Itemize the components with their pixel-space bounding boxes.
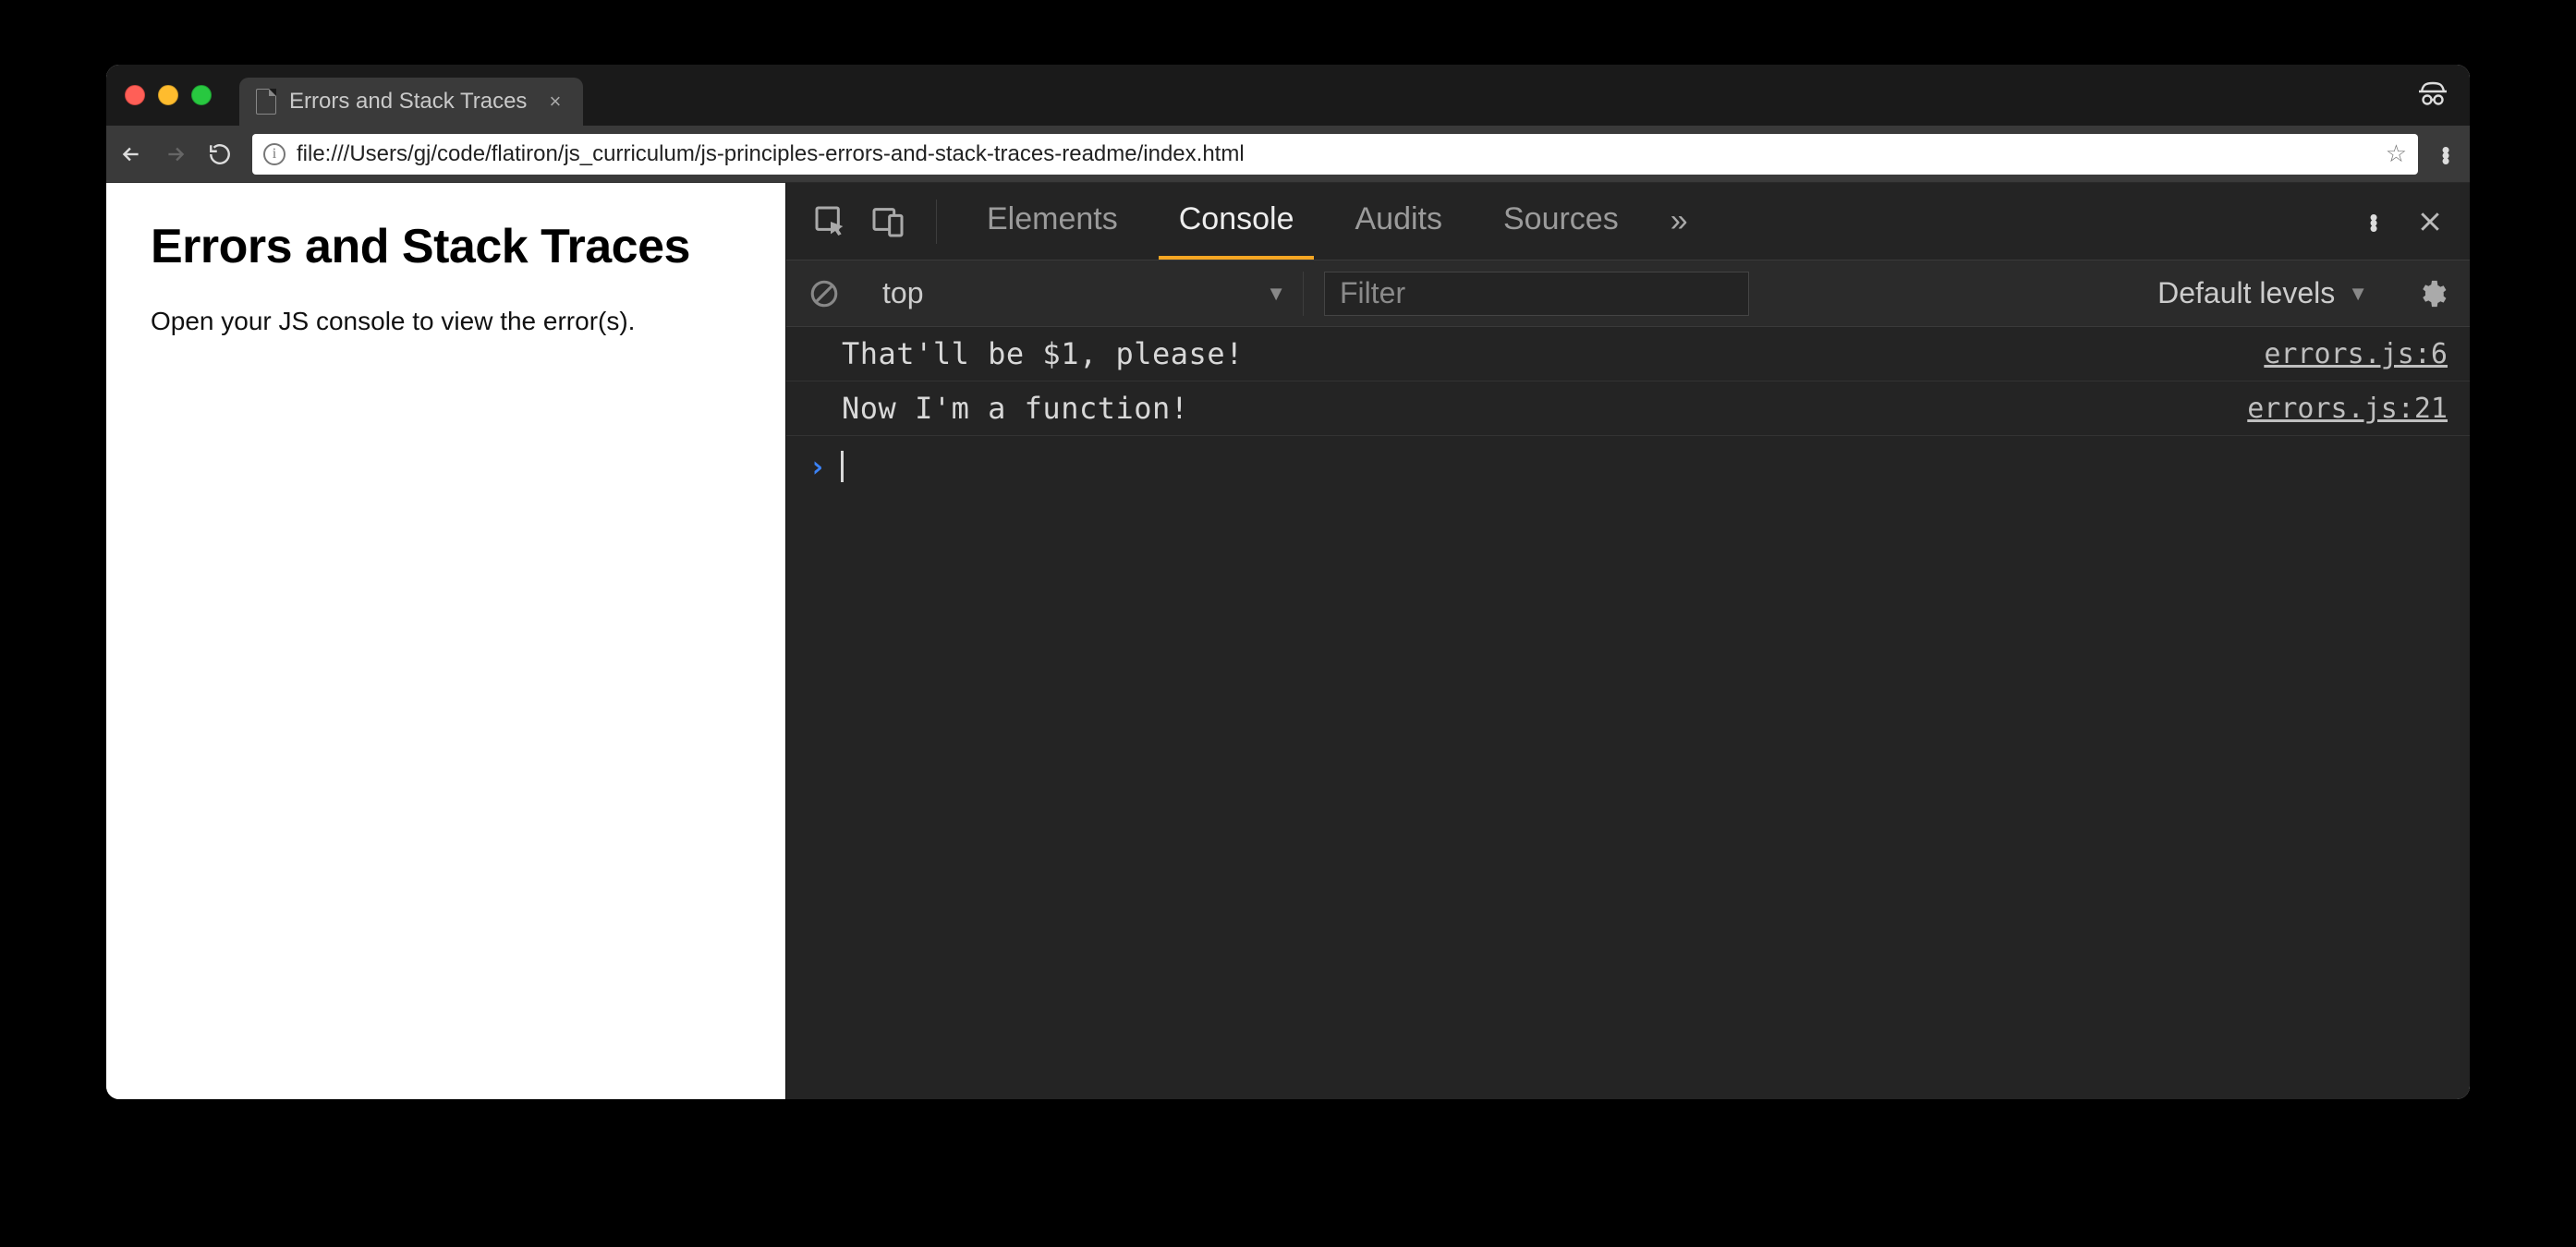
bookmark-star-icon[interactable]: ☆: [2386, 139, 2407, 168]
window-minimize-button[interactable]: [158, 85, 178, 105]
clear-console-icon[interactable]: [808, 278, 840, 309]
page-paragraph: Open your JS console to view the error(s…: [151, 307, 741, 336]
tab-close-button[interactable]: ×: [549, 90, 561, 114]
window-controls: [125, 85, 212, 105]
log-message: That'll be $1, please!: [842, 336, 1244, 371]
window-close-button[interactable]: [125, 85, 145, 105]
url-text: file:///Users/gj/code/flatiron/js_curric…: [297, 141, 2375, 167]
separator: [936, 200, 937, 244]
file-icon: [256, 89, 276, 115]
devtools-tabs-overflow-button[interactable]: »: [1659, 203, 1699, 239]
browser-tab[interactable]: Errors and Stack Traces ×: [239, 78, 583, 126]
log-levels-selector[interactable]: Default levels ▼: [2157, 276, 2368, 310]
devtools-close-button[interactable]: [2416, 208, 2444, 236]
log-source-link[interactable]: errors.js:21: [2247, 393, 2448, 425]
devtools-tab-console[interactable]: Console: [1159, 183, 1315, 260]
log-levels-label: Default levels: [2157, 276, 2335, 310]
nav-back-button[interactable]: [119, 142, 147, 166]
devtools-tab-elements[interactable]: Elements: [966, 183, 1138, 260]
console-log-row: That'll be $1, please! errors.js:6: [786, 327, 2470, 381]
inspect-element-icon[interactable]: [812, 203, 849, 240]
omnibox[interactable]: i file:///Users/gj/code/flatiron/js_curr…: [252, 134, 2418, 175]
console-settings-icon[interactable]: [2416, 278, 2448, 309]
console-filter-input[interactable]: Filter: [1324, 272, 1749, 316]
console-prompt[interactable]: ›: [786, 436, 2470, 497]
tab-title: Errors and Stack Traces: [289, 89, 527, 115]
device-toolbar-icon[interactable]: [869, 203, 906, 240]
browser-menu-button[interactable]: •••: [2435, 146, 2457, 163]
browser-window: Errors and Stack Traces ×: [106, 65, 2470, 1099]
tab-bar: Errors and Stack Traces ×: [106, 65, 2470, 126]
devtools-tab-bar: Elements Console Audits Sources » •••: [786, 183, 2470, 260]
console-toolbar: top ▼ Filter Default levels ▼: [786, 260, 2470, 327]
window-zoom-button[interactable]: [191, 85, 212, 105]
chevron-down-icon: ▼: [1266, 282, 1286, 306]
log-source-link[interactable]: errors.js:6: [2264, 338, 2448, 370]
page-title: Errors and Stack Traces: [151, 220, 741, 275]
execution-context-label: top: [882, 276, 923, 310]
log-message: Now I'm a function!: [842, 391, 1189, 426]
filter-placeholder: Filter: [1340, 276, 1405, 310]
devtools-menu-button[interactable]: •••: [2363, 213, 2385, 230]
execution-context-selector[interactable]: top ▼: [860, 272, 1304, 316]
incognito-icon: [2416, 78, 2449, 111]
content-area: Errors and Stack Traces Open your JS con…: [106, 183, 2470, 1099]
site-info-icon[interactable]: i: [263, 143, 286, 165]
nav-reload-button[interactable]: [208, 142, 236, 166]
prompt-chevron-icon: ›: [808, 449, 826, 484]
prompt-cursor: [841, 451, 844, 482]
console-log-row: Now I'm a function! errors.js:21: [786, 381, 2470, 436]
devtools-tab-audits[interactable]: Audits: [1334, 183, 1463, 260]
console-log: That'll be $1, please! errors.js:6 Now I…: [786, 327, 2470, 1099]
devtools-panel: Elements Console Audits Sources » •••: [785, 183, 2470, 1099]
address-bar: i file:///Users/gj/code/flatiron/js_curr…: [106, 126, 2470, 183]
devtools-tab-sources[interactable]: Sources: [1483, 183, 1639, 260]
chevron-down-icon: ▼: [2348, 282, 2368, 306]
rendered-page: Errors and Stack Traces Open your JS con…: [106, 183, 785, 1099]
nav-forward-button[interactable]: [164, 142, 191, 166]
